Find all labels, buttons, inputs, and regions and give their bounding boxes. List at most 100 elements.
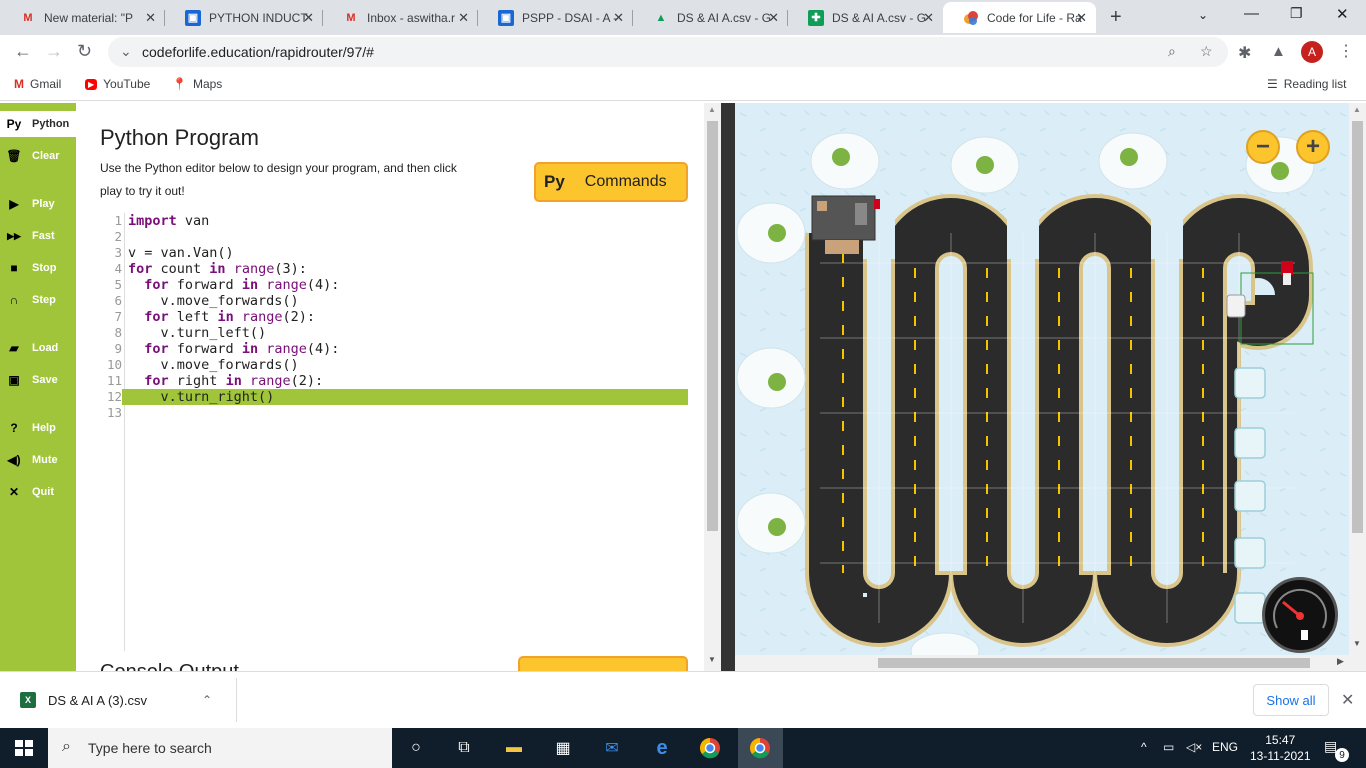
- scrollbar-thumb[interactable]: [878, 658, 1310, 668]
- code-line[interactable]: 3 v = van.Van(): [100, 245, 688, 261]
- tab-gmail-material[interactable]: M New material: "P ✕: [0, 2, 165, 33]
- map-vertical-scrollbar[interactable]: ▲ ▼: [1349, 103, 1366, 671]
- clear-console-button[interactable]: [518, 656, 688, 671]
- bookmark-youtube[interactable]: ▶ YouTube: [85, 77, 150, 91]
- editor-scrollbar[interactable]: ▲ ▼: [704, 103, 721, 671]
- cortana-icon[interactable]: ○: [404, 736, 428, 760]
- help-icon: ?: [10, 421, 18, 435]
- restore-icon[interactable]: ❐: [1290, 5, 1303, 22]
- code-editor[interactable]: 1 import van 2 3 v = van.Van() 4 for count in …: [100, 213, 688, 651]
- clock[interactable]: 15:47 13-11-2021: [1250, 732, 1311, 764]
- sidebar-item-help[interactable]: ? Help: [0, 415, 76, 441]
- map-horizontal-scrollbar[interactable]: ▶: [735, 655, 1349, 671]
- scroll-up-icon[interactable]: ▲: [708, 105, 716, 114]
- close-tab-icon[interactable]: ✕: [1076, 10, 1087, 26]
- profile-switch-icon[interactable]: ▲: [1271, 43, 1286, 60]
- tab-sheets-csv[interactable]: ✚ DS & AI A.csv - G ✕: [788, 2, 943, 33]
- code-line[interactable]: 10 v.move_forwards(): [100, 357, 688, 373]
- reload-icon[interactable]: ↻: [77, 41, 92, 62]
- code-line[interactable]: 5 for forward in range(4):: [100, 277, 688, 293]
- file-explorer-icon[interactable]: ▬: [502, 736, 526, 760]
- panel-divider[interactable]: [721, 103, 735, 671]
- close-tab-icon[interactable]: ✕: [613, 10, 624, 26]
- play-icon: ▶: [9, 197, 19, 211]
- address-bar[interactable]: ⌄ codeforlife.education/rapidrouter/97/#…: [108, 37, 1228, 67]
- sidebar-item-stop[interactable]: ■ Stop: [0, 255, 76, 281]
- chrome-icon[interactable]: [698, 736, 722, 760]
- taskbar-search-input[interactable]: ⌕ Type here to search: [48, 728, 392, 768]
- reading-list[interactable]: ☰ Reading list: [1267, 77, 1346, 91]
- close-tab-icon[interactable]: ✕: [923, 10, 934, 26]
- sidebar-item-label: Clear: [32, 150, 60, 162]
- menu-kebab-icon[interactable]: ⋮: [1338, 41, 1354, 61]
- code-line[interactable]: 11 for right in range(2):: [100, 373, 688, 389]
- close-window-icon[interactable]: ✕: [1336, 5, 1349, 23]
- sidebar-item-mute[interactable]: ◀) Mute: [0, 447, 76, 473]
- back-icon[interactable]: ←: [14, 41, 32, 62]
- task-view-icon[interactable]: ⧉: [452, 736, 476, 760]
- bookmark-label: YouTube: [103, 77, 151, 91]
- edge-icon[interactable]: e: [650, 736, 674, 760]
- code-line[interactable]: 7 for left in range(2):: [100, 309, 688, 325]
- language-indicator[interactable]: ENG: [1212, 740, 1238, 754]
- tab-inbox[interactable]: M Inbox - aswitha.r ✕: [323, 2, 478, 33]
- volume-muted-icon[interactable]: ◁×: [1186, 740, 1202, 754]
- zoom-out-button[interactable]: −: [1246, 130, 1280, 164]
- code-line[interactable]: 2: [100, 229, 688, 245]
- mail-icon[interactable]: ✉: [600, 736, 624, 760]
- bookmark-star-icon[interactable]: ☆: [1200, 43, 1213, 60]
- sidebar-item-load[interactable]: ▰ Load: [0, 335, 76, 361]
- close-download-bar-icon[interactable]: ✕: [1341, 690, 1354, 710]
- code-line[interactable]: 8 v.turn_left(): [100, 325, 688, 341]
- network-icon[interactable]: ▭: [1163, 740, 1174, 754]
- sidebar-item-quit[interactable]: ✕ Quit: [0, 479, 76, 505]
- close-tab-icon[interactable]: ✕: [458, 10, 469, 26]
- tab-search-chevron-icon[interactable]: ⌄: [1198, 8, 1208, 22]
- bookmark-maps[interactable]: 📍 Maps: [172, 77, 222, 91]
- chevron-up-icon[interactable]: ⌃: [202, 693, 212, 707]
- sidebar-item-step[interactable]: ∩ Step: [0, 287, 76, 313]
- scroll-down-icon[interactable]: ▼: [1353, 639, 1361, 648]
- avatar[interactable]: A: [1301, 41, 1323, 63]
- code-line[interactable]: 13: [100, 405, 688, 421]
- code-line[interactable]: 6 v.move_forwards(): [100, 293, 688, 309]
- scrollbar-thumb[interactable]: [707, 121, 718, 531]
- game-map[interactable]: − +: [735, 103, 1366, 671]
- tab-pspp[interactable]: ▣ PSPP - DSAI - A - ✕: [478, 2, 633, 33]
- close-tab-icon[interactable]: ✕: [303, 10, 314, 26]
- scroll-down-icon[interactable]: ▼: [708, 655, 716, 664]
- scrollbar-thumb[interactable]: [1352, 121, 1363, 533]
- download-item[interactable]: X DS & AI A (3).csv ⌃: [20, 692, 212, 708]
- tab-python-induct[interactable]: ▣ PYTHON INDUCT ✕: [165, 2, 323, 33]
- zoom-in-button[interactable]: +: [1296, 130, 1330, 164]
- scroll-right-icon[interactable]: ▶: [1337, 656, 1344, 667]
- close-icon: ✕: [8, 485, 20, 499]
- sidebar-item-clear[interactable]: 🗑 Clear: [0, 143, 76, 169]
- tray-chevron-icon[interactable]: ^: [1141, 740, 1147, 754]
- code-line[interactable]: 12 v.turn_right(): [100, 389, 688, 405]
- site-info-chevron-icon[interactable]: ⌄: [120, 43, 132, 60]
- forward-icon[interactable]: →: [45, 41, 63, 62]
- code-line[interactable]: 1 import van: [100, 213, 688, 229]
- store-icon[interactable]: ▦: [551, 736, 575, 760]
- windows-start-icon[interactable]: [15, 740, 33, 756]
- chrome-active-icon[interactable]: [748, 736, 772, 760]
- commands-button[interactable]: Py Commands: [534, 162, 688, 202]
- extensions-icon[interactable]: ✱: [1238, 43, 1251, 63]
- minimize-icon[interactable]: —: [1244, 5, 1259, 22]
- tab-code-for-life[interactable]: Code for Life - Ra ✕: [943, 2, 1096, 33]
- bookmark-gmail[interactable]: M Gmail: [14, 77, 61, 91]
- tab-drive-csv[interactable]: ▲ DS & AI A.csv - G ✕: [633, 2, 788, 33]
- sidebar-item-fast[interactable]: ▶▶ Fast: [0, 223, 76, 249]
- code-line[interactable]: 4 for count in range(3):: [100, 261, 688, 277]
- new-tab-icon[interactable]: +: [1110, 6, 1122, 29]
- sidebar-item-play[interactable]: ▶ Play: [0, 191, 76, 217]
- close-tab-icon[interactable]: ✕: [145, 10, 156, 26]
- sidebar-item-save[interactable]: ▣ Save: [0, 367, 76, 393]
- sidebar-item-python[interactable]: Py Python: [0, 111, 76, 137]
- close-tab-icon[interactable]: ✕: [768, 10, 779, 26]
- zoom-search-icon[interactable]: ⌕: [1168, 43, 1176, 60]
- code-line[interactable]: 9 for forward in range(4):: [100, 341, 688, 357]
- scroll-up-icon[interactable]: ▲: [1353, 105, 1361, 114]
- show-all-button[interactable]: Show all: [1253, 684, 1329, 716]
